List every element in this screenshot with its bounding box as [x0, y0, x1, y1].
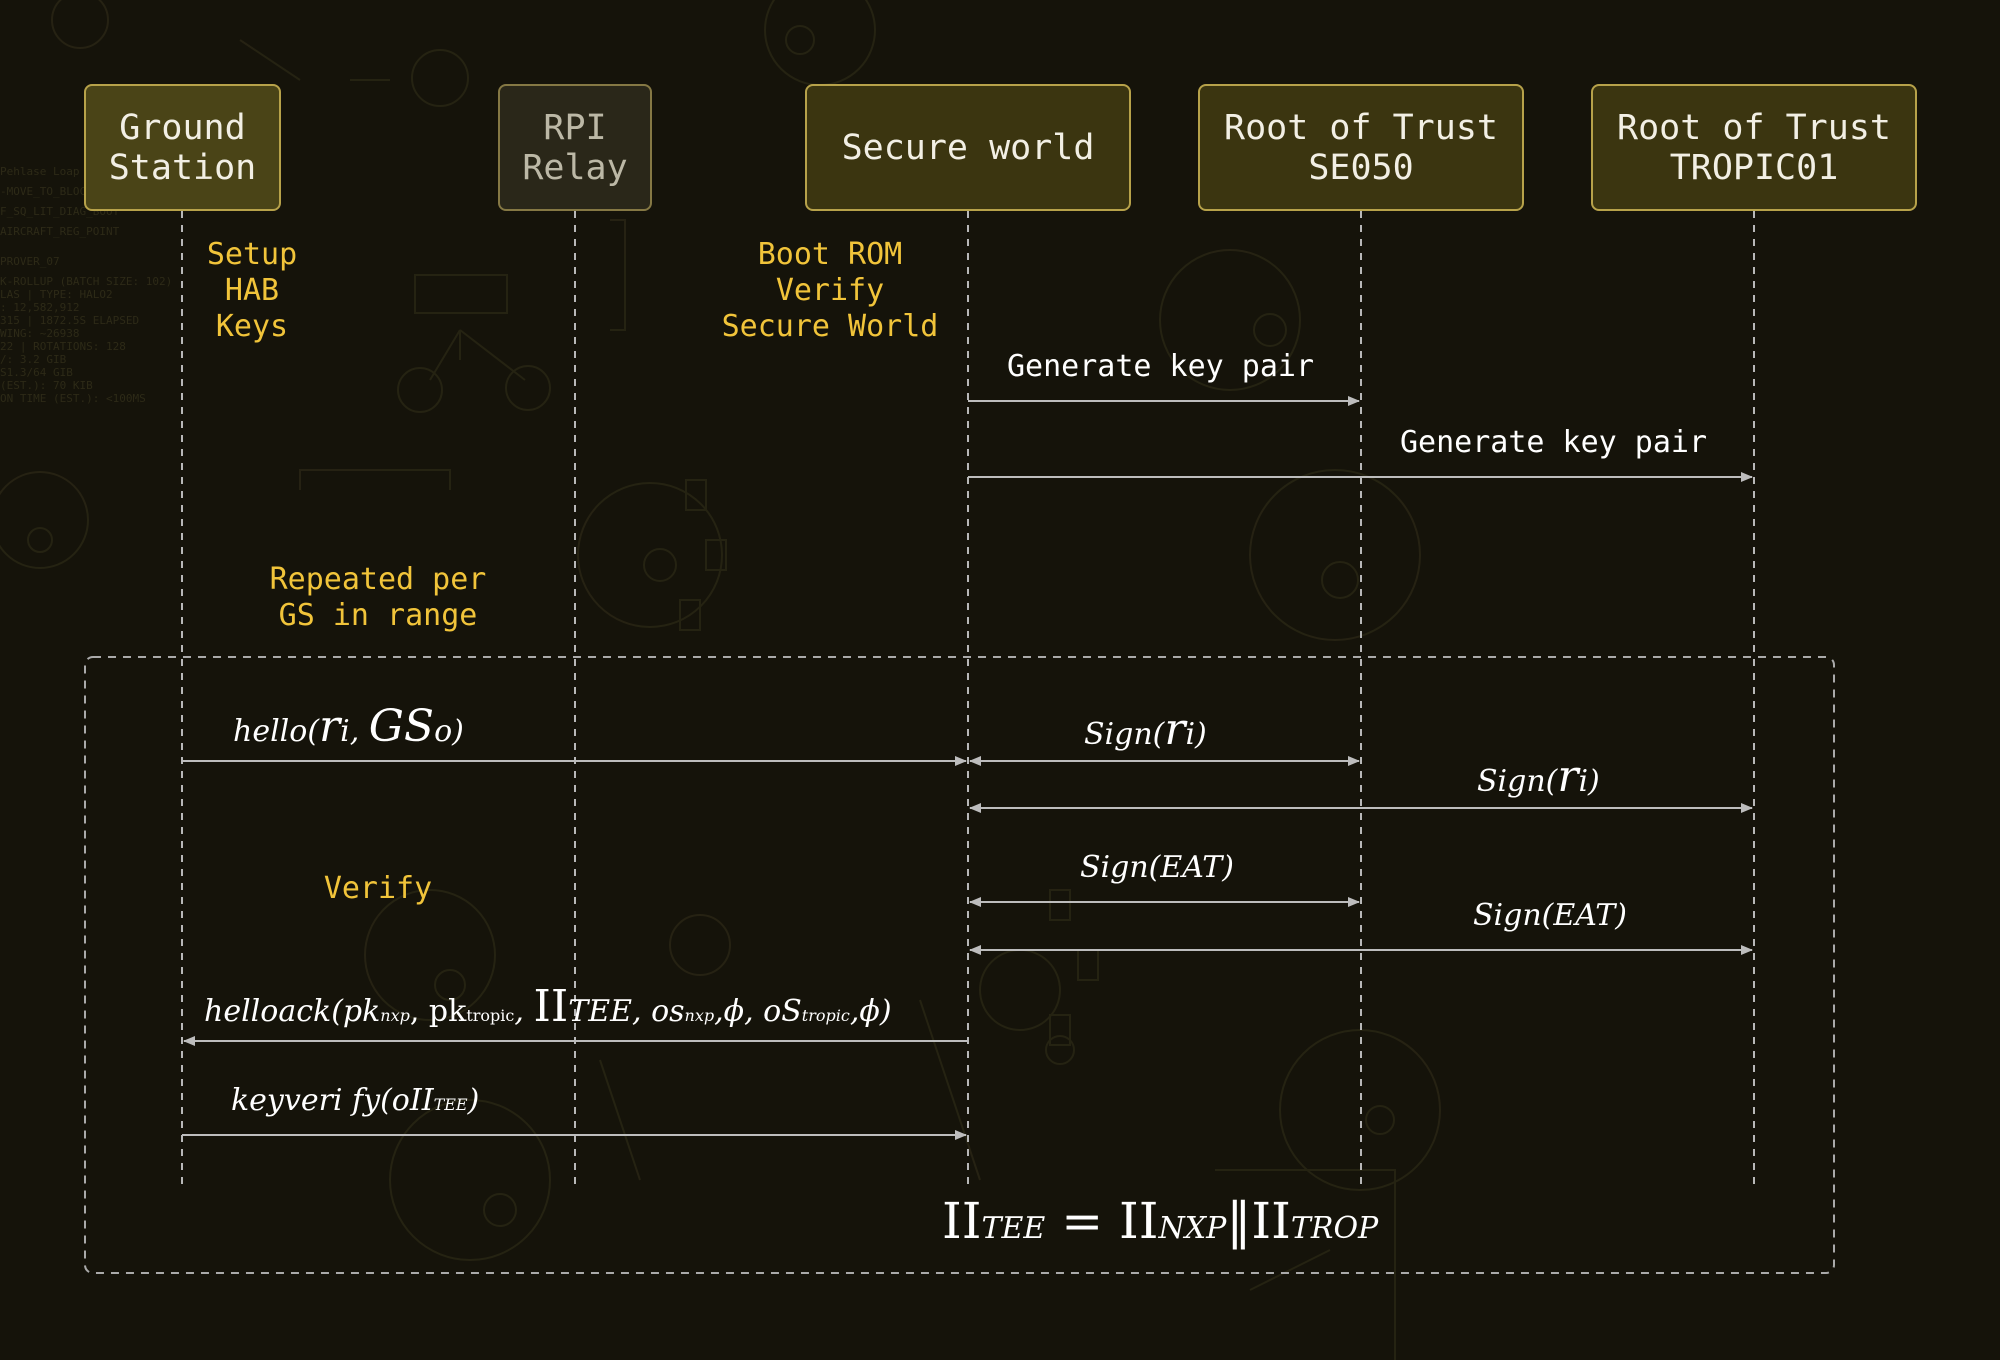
label-keyverify: keyveri fy(oIITEE) [231, 1084, 479, 1122]
hello-gs: GS [368, 701, 435, 752]
label-sign-r-se050: Sign(ri) [1084, 708, 1207, 752]
sign-r-se050-fn: Sign( [1084, 717, 1165, 752]
svg-text:22 | ROTATIONS: 128: 22 | ROTATIONS: 128 [0, 340, 126, 353]
helloack-sep1: , pk [409, 994, 467, 1029]
helloack-sep2: , [514, 994, 534, 1029]
helloack-pk1-sub: nxp [380, 1006, 410, 1025]
helloack-fn: helloack(pk [204, 994, 381, 1029]
label-sign-eat-tropic: Sign(EAT) [1473, 898, 1628, 933]
helloack-sep3: , os [632, 994, 685, 1029]
sign-r-tropic-close: ) [1588, 764, 1600, 799]
svg-text:ON TIME (EST.): <100MS: ON TIME (EST.): <100MS [0, 392, 146, 405]
note-boot-rom-verify: Boot ROM Verify Secure World [721, 237, 939, 344]
helloack-pi: II [533, 981, 569, 1032]
label-sign-r-tropic: Sign(ri) [1477, 755, 1600, 799]
label-generate-key-se050: Generate key pair [1007, 349, 1315, 384]
formula-pi-2: II [1119, 1192, 1159, 1250]
actor-secure-world: Secure world [805, 84, 1131, 211]
formula-sub-trop: TROP [1290, 1211, 1379, 1246]
keyverify-sub: TEE [433, 1095, 468, 1114]
note-verify: Verify [323, 871, 433, 906]
sign-r-tropic-sub: i [1578, 764, 1589, 799]
formula-sub-nxp: NXP [1158, 1211, 1227, 1246]
sign-r-tropic-fn: Sign( [1477, 764, 1558, 799]
actor-ground-station: Ground Station [84, 84, 281, 211]
formula-pi-3: II [1251, 1192, 1291, 1250]
hello-r: r [319, 701, 341, 752]
svg-text:PROVER_07: PROVER_07 [0, 255, 60, 268]
label-hello: hello(ri, GSo) [233, 705, 464, 749]
helloack-phi2: ,ϕ) [849, 994, 892, 1029]
formula-concat: ‖ [1226, 1192, 1252, 1250]
sign-r-se050-close: ) [1195, 717, 1207, 752]
note-setup-hab-keys: Setup HAB Keys [206, 237, 298, 344]
keyverify-fn: keyveri fy(oII [231, 1083, 434, 1118]
actor-rpi-relay: RPI Relay [498, 84, 652, 211]
formula-pi-1: II [942, 1192, 982, 1250]
label-helloack: helloack(pknxp, pktropic, IITEE, osnxp,ϕ… [204, 985, 892, 1033]
svg-text:(EST.): 70 KIB: (EST.): 70 KIB [0, 379, 93, 392]
svg-text:WING: ~26938: WING: ~26938 [0, 327, 79, 340]
hello-close: ) [452, 714, 464, 749]
label-sign-eat-se050: Sign(EAT) [1080, 850, 1235, 885]
formula-equals: = [1045, 1192, 1120, 1250]
svg-text:Pehlase Loap: Pehlase Loap [0, 165, 79, 178]
sign-r-se050-sub: i [1185, 717, 1196, 752]
formula-pi-tee: IITEE = IINXP‖IITROP [942, 1192, 1378, 1250]
svg-text:AIRCRAFT_REG_POINT: AIRCRAFT_REG_POINT [0, 225, 120, 238]
loop-frame [84, 656, 1835, 1274]
note-repeated-per-gs: Repeated per GS in range [269, 562, 487, 633]
actor-root-of-trust-se050: Root of Trust SE050 [1198, 84, 1524, 211]
svg-text:S1.3/64 GIB: S1.3/64 GIB [0, 366, 73, 379]
helloack-pi-sub: TEE [568, 994, 633, 1029]
helloack-pk2-sub: tropic [466, 1006, 515, 1025]
helloack-os1-sub: nxp [684, 1006, 715, 1025]
formula-sub-tee: TEE [981, 1211, 1046, 1246]
helloack-phi1: ,ϕ, oS [714, 994, 802, 1029]
actor-root-of-trust-tropic01: Root of Trust TROPIC01 [1591, 84, 1917, 211]
sign-r-se050-r: r [1164, 704, 1186, 755]
hello-fn: hello( [233, 714, 320, 749]
svg-text:/: 3.2 GIB: /: 3.2 GIB [0, 353, 67, 366]
svg-text:315 | 1872.5S ELAPSED: 315 | 1872.5S ELAPSED [0, 314, 139, 327]
label-generate-key-tropic: Generate key pair [1400, 425, 1708, 460]
keyverify-close: ) [467, 1083, 480, 1118]
sign-r-tropic-r: r [1557, 751, 1579, 802]
hello-sep: , [349, 714, 369, 749]
helloack-os2-sub: tropic [801, 1006, 850, 1025]
svg-text:: 12,582,912: : 12,582,912 [0, 301, 79, 314]
hello-r-sub: i [340, 714, 350, 749]
svg-text:LAS | TYPE: HALO2: LAS | TYPE: HALO2 [0, 288, 113, 301]
hello-gs-sub: o [434, 714, 453, 749]
svg-text:K-ROLLUP (BATCH SIZE: 102): K-ROLLUP (BATCH SIZE: 102) [0, 275, 172, 288]
